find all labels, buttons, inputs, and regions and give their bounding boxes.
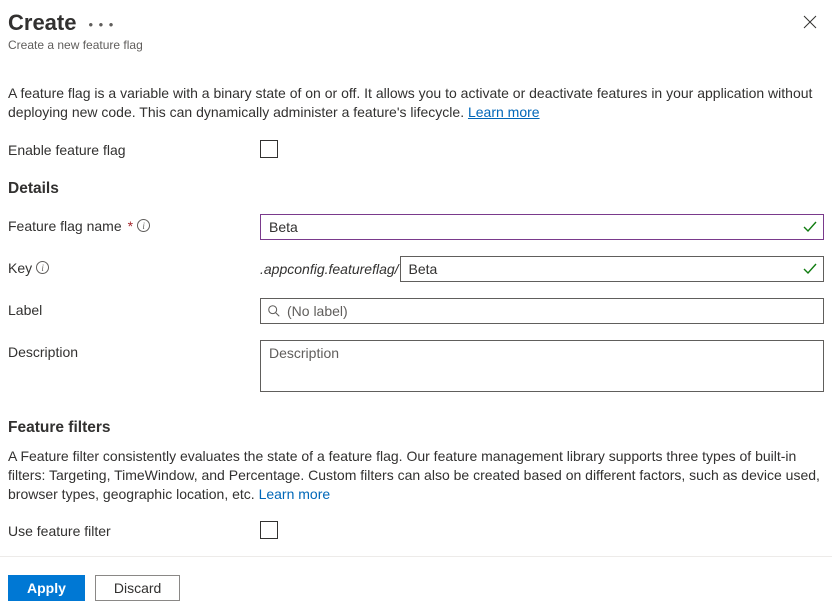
info-icon[interactable]: i bbox=[36, 261, 49, 274]
search-icon bbox=[267, 304, 281, 318]
key-input[interactable] bbox=[400, 256, 824, 282]
filters-body: A Feature filter consistently evaluates … bbox=[8, 448, 820, 502]
name-label: Feature flag name bbox=[8, 218, 122, 234]
page-title: Create bbox=[8, 10, 84, 36]
intro-body: A feature flag is a variable with a bina… bbox=[8, 85, 812, 120]
filters-text: A Feature filter consistently evaluates … bbox=[8, 447, 824, 504]
close-icon[interactable] bbox=[802, 14, 818, 30]
discard-button[interactable]: Discard bbox=[95, 575, 180, 601]
info-icon[interactable]: i bbox=[137, 219, 150, 232]
label-field-label: Label bbox=[8, 298, 260, 318]
checkmark-icon bbox=[802, 261, 818, 277]
use-filter-checkbox[interactable] bbox=[260, 521, 278, 539]
filters-learn-more-link[interactable]: Learn more bbox=[259, 486, 331, 502]
key-prefix: .appconfig.featureflag/ bbox=[260, 261, 399, 277]
enable-checkbox[interactable] bbox=[260, 140, 278, 158]
name-input[interactable] bbox=[260, 214, 824, 240]
description-label: Description bbox=[8, 340, 260, 360]
filters-heading: Feature filters bbox=[8, 419, 824, 437]
apply-button[interactable]: Apply bbox=[8, 575, 85, 601]
intro-text: A feature flag is a variable with a bina… bbox=[8, 84, 824, 122]
details-heading: Details bbox=[8, 180, 824, 198]
learn-more-link[interactable]: Learn more bbox=[468, 104, 540, 120]
use-filter-label: Use feature filter bbox=[8, 519, 260, 539]
required-asterisk: * bbox=[128, 218, 133, 234]
page-subtitle: Create a new feature flag bbox=[8, 38, 824, 52]
checkmark-icon bbox=[802, 219, 818, 235]
description-input[interactable] bbox=[260, 340, 824, 392]
enable-label: Enable feature flag bbox=[8, 138, 260, 158]
more-icon[interactable]: • • • bbox=[84, 17, 118, 32]
key-label: Key bbox=[8, 260, 32, 276]
label-input[interactable] bbox=[260, 298, 824, 324]
